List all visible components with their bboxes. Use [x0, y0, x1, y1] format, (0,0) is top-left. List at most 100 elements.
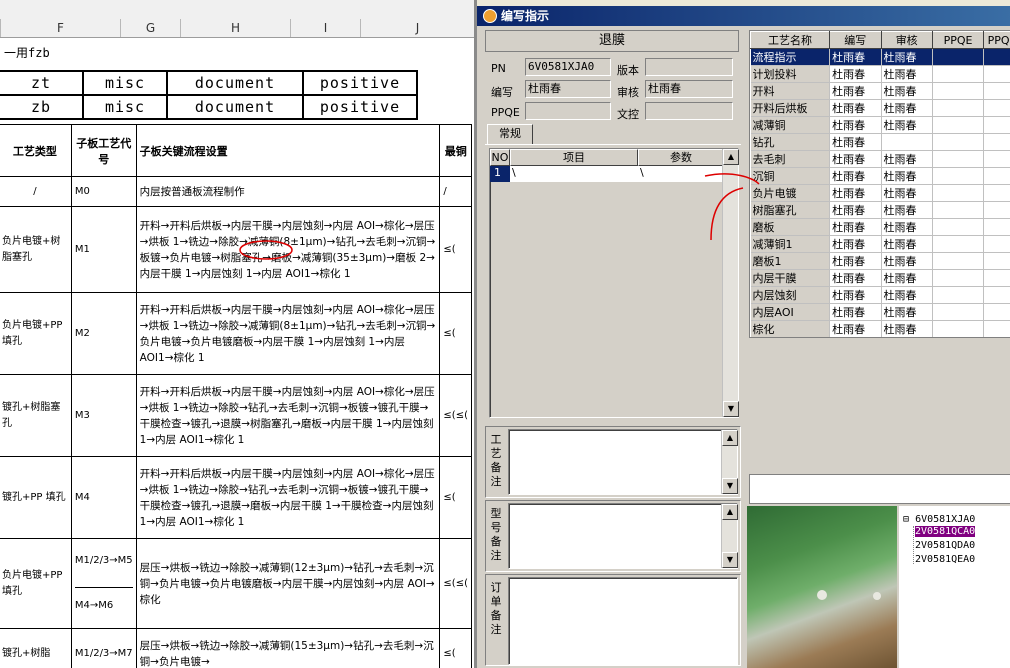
- cell-ppq[interactable]: [983, 184, 1010, 202]
- collapse-icon[interactable]: ⊟: [903, 514, 909, 525]
- model-memo-input[interactable]: ▲ ▼: [508, 503, 738, 569]
- table-row[interactable]: 开料后烘板 杜雨春 杜雨春: [750, 99, 1010, 117]
- table-row[interactable]: 减薄铜1 杜雨春 杜雨春: [750, 235, 1010, 253]
- part-tree[interactable]: ⊟ 6V0581XJA0 2V0581QCA0 2V0581QDA0 2V058…: [899, 506, 1010, 668]
- cell-ppqe[interactable]: [932, 320, 985, 337]
- cell-review[interactable]: 杜雨春: [881, 150, 933, 168]
- cell-ppqe[interactable]: [932, 184, 985, 202]
- version-field[interactable]: [645, 58, 733, 76]
- cell-ppqe[interactable]: [932, 218, 985, 236]
- cell-ppqe[interactable]: [932, 269, 985, 287]
- cell-review[interactable]: 杜雨春: [881, 269, 933, 287]
- memo2-scrollbar[interactable]: ▲ ▼: [721, 504, 738, 568]
- cell-author[interactable]: 杜雨春: [829, 99, 882, 117]
- cell-author[interactable]: 杜雨春: [829, 150, 882, 168]
- cell-ppqe[interactable]: [932, 235, 985, 253]
- cell-ppqe[interactable]: [932, 116, 985, 134]
- table-row[interactable]: 树脂塞孔 杜雨春 杜雨春: [750, 201, 1010, 219]
- cell-ppq[interactable]: [983, 235, 1010, 253]
- cell-author[interactable]: 杜雨春: [829, 167, 882, 185]
- cell-process-name[interactable]: 磨板1: [750, 252, 831, 270]
- cell-process-name[interactable]: 棕化: [750, 320, 831, 337]
- cell-review[interactable]: 杜雨春: [881, 184, 933, 202]
- grid-row-no[interactable]: 1: [490, 166, 510, 182]
- cell-ppqe[interactable]: [932, 303, 985, 321]
- cell-review[interactable]: 杜雨春: [881, 65, 933, 83]
- cell-ppqe[interactable]: [932, 48, 985, 66]
- column-j[interactable]: J: [360, 19, 474, 37]
- cell-process-name[interactable]: 去毛刺: [750, 150, 831, 168]
- scroll-down-icon[interactable]: ▼: [722, 552, 738, 568]
- col-process-name[interactable]: 工艺名称: [750, 31, 831, 49]
- cell-ppq[interactable]: [983, 82, 1010, 100]
- cell-ppqe[interactable]: [932, 133, 985, 151]
- cell-author[interactable]: 杜雨春: [829, 82, 882, 100]
- cell-ppqe[interactable]: [932, 201, 985, 219]
- cell-process-name[interactable]: 减薄铜: [750, 116, 831, 134]
- cell-ppqe[interactable]: [932, 99, 985, 117]
- scroll-up-icon[interactable]: ▲: [723, 149, 739, 165]
- cell-review[interactable]: 杜雨春: [881, 48, 933, 66]
- cell-author[interactable]: 杜雨春: [829, 286, 882, 304]
- cell-process-name[interactable]: 钻孔: [750, 133, 831, 151]
- table-row[interactable]: 内层AOI 杜雨春 杜雨春: [750, 303, 1010, 321]
- cell-review[interactable]: 杜雨春: [881, 320, 933, 337]
- cell-review[interactable]: 杜雨春: [881, 235, 933, 253]
- table-row[interactable]: 内层蚀刻 杜雨春 杜雨春: [750, 286, 1010, 304]
- table-row[interactable]: 减薄铜 杜雨春 杜雨春: [750, 116, 1010, 134]
- scroll-down-icon[interactable]: ▼: [723, 401, 739, 417]
- cell-author[interactable]: 杜雨春: [829, 48, 882, 66]
- cell-ppqe[interactable]: [932, 82, 985, 100]
- cell-review[interactable]: 杜雨春: [881, 218, 933, 236]
- cell-author[interactable]: 杜雨春: [829, 320, 882, 337]
- cell-author[interactable]: 杜雨春: [829, 235, 882, 253]
- cell-ppq[interactable]: [983, 286, 1010, 304]
- cell-ppq[interactable]: [983, 201, 1010, 219]
- cell-review[interactable]: 杜雨春: [881, 201, 933, 219]
- table-row[interactable]: 磨板1 杜雨春 杜雨春: [750, 252, 1010, 270]
- table-row[interactable]: 沉铜 杜雨春 杜雨春: [750, 167, 1010, 185]
- column-g[interactable]: G: [120, 19, 180, 37]
- cell-ppq[interactable]: [983, 65, 1010, 83]
- cell-process-name[interactable]: 流程指示: [750, 48, 831, 66]
- review-field[interactable]: 杜雨春: [645, 80, 733, 98]
- grid-row-item[interactable]: \: [510, 166, 638, 182]
- table-row[interactable]: 流程指示 杜雨春 杜雨春: [750, 48, 1010, 66]
- table-row[interactable]: 内层干膜 杜雨春 杜雨春: [750, 269, 1010, 287]
- cell-ppq[interactable]: [983, 252, 1010, 270]
- cell-process-name[interactable]: 内层干膜: [750, 269, 831, 287]
- process-list-table[interactable]: 工艺名称 编写 审核 PPQE PPQ 流程指示 杜雨春 杜雨春 计划投料 杜雨春…: [749, 30, 1010, 338]
- scroll-up-icon[interactable]: ▲: [722, 430, 738, 446]
- cell-author[interactable]: 杜雨春: [829, 218, 882, 236]
- col-review[interactable]: 审核: [880, 31, 933, 49]
- cell-ppq[interactable]: [983, 269, 1010, 287]
- tree-item[interactable]: 2V0581QCA0: [915, 526, 976, 537]
- cell-ppq[interactable]: [983, 218, 1010, 236]
- tab-general[interactable]: 常规: [487, 124, 533, 144]
- cell-author[interactable]: 杜雨春: [829, 201, 882, 219]
- cell-author[interactable]: 杜雨春: [829, 184, 882, 202]
- cell-ppqe[interactable]: [932, 286, 985, 304]
- cell-process-name[interactable]: 开料后烘板: [750, 99, 831, 117]
- cell-author[interactable]: 杜雨春: [829, 65, 882, 83]
- doc-control-field[interactable]: [645, 102, 733, 120]
- cell-ppq[interactable]: [983, 303, 1010, 321]
- cell-author[interactable]: 杜雨春: [829, 116, 882, 134]
- cell-review[interactable]: 杜雨春: [881, 303, 933, 321]
- memo1-scrollbar[interactable]: ▲ ▼: [721, 430, 738, 494]
- tree-item[interactable]: 2V0581QEA0: [915, 554, 975, 565]
- cell-process-name[interactable]: 开料: [750, 82, 831, 100]
- right-text-input[interactable]: [749, 474, 1010, 504]
- cell-ppq[interactable]: [983, 320, 1010, 337]
- column-f[interactable]: F: [0, 19, 120, 37]
- tree-root[interactable]: ⊟ 6V0581XJA0: [903, 514, 975, 525]
- grid-header-no[interactable]: NO: [490, 149, 510, 166]
- cell-process-name[interactable]: 计划投料: [750, 65, 831, 83]
- cell-ppq[interactable]: [983, 116, 1010, 134]
- pn-field[interactable]: 6V0581XJA0: [525, 58, 611, 76]
- cell-ppqe[interactable]: [932, 252, 985, 270]
- cell-review[interactable]: 杜雨春: [881, 286, 933, 304]
- cell-ppq[interactable]: [983, 133, 1010, 151]
- cell-review[interactable]: 杜雨春: [881, 99, 933, 117]
- col-author[interactable]: 编写: [829, 31, 882, 49]
